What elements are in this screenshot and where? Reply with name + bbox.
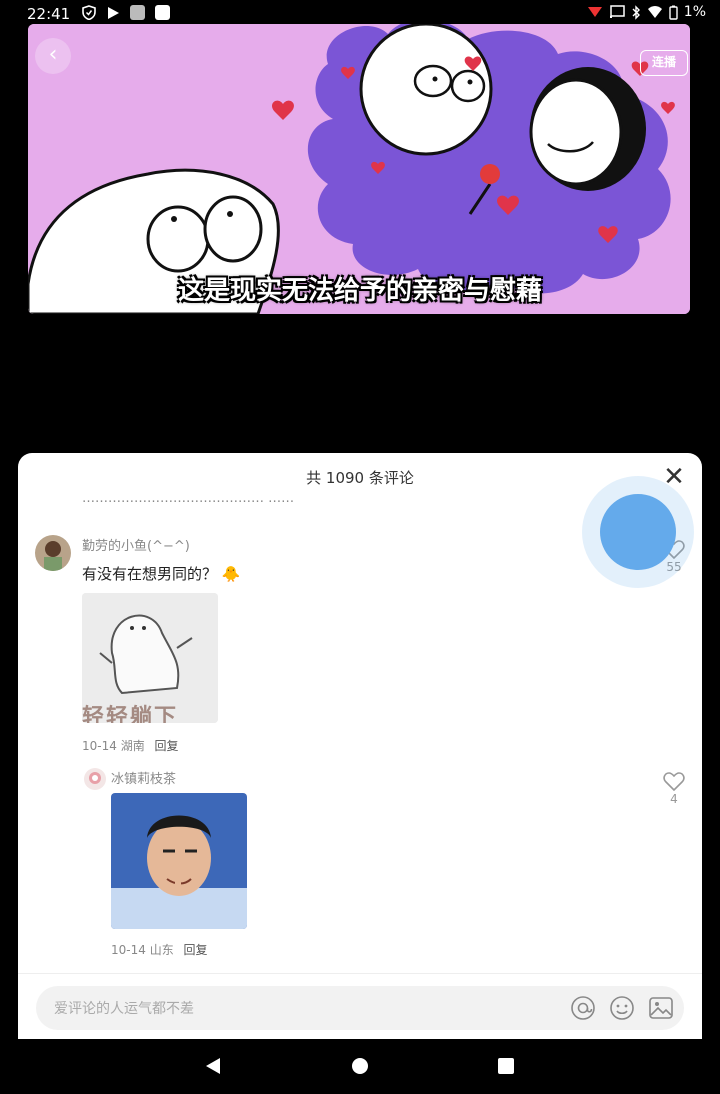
- emoji-icon[interactable]: [609, 995, 635, 1021]
- status-time: 22:41: [27, 5, 71, 23]
- bluetooth-icon: [632, 4, 640, 20]
- autoplay-toggle-button[interactable]: 连播: [640, 50, 688, 76]
- video-subtitle: 这是现实无法给予的亲密与慰藉: [177, 276, 542, 306]
- square-icon: [155, 5, 170, 20]
- reply-button[interactable]: 回复: [184, 943, 208, 957]
- comment-text: 有没有在想男同的？ 🐥: [82, 565, 241, 583]
- chick-emoji-icon: 🐥: [221, 565, 241, 583]
- image-caption: 轻轻躺下: [82, 705, 179, 723]
- back-button[interactable]: ‹: [35, 38, 71, 74]
- comment-input-bar: [18, 973, 702, 1039]
- play-icon: [108, 6, 119, 19]
- wifi-icon: [647, 6, 662, 18]
- back-triangle-icon[interactable]: [204, 1057, 222, 1075]
- comment-input-container[interactable]: [36, 986, 684, 1032]
- reply-button[interactable]: 回复: [155, 739, 179, 753]
- comment-image[interactable]: 轻轻躺下: [82, 593, 218, 723]
- comment-meta: 10-14 山东 回复: [111, 943, 208, 957]
- comment-author[interactable]: 冰镇莉枝茶: [111, 768, 176, 787]
- image-icon[interactable]: [648, 995, 674, 1021]
- comment-image[interactable]: [111, 793, 247, 929]
- avatar[interactable]: [35, 535, 71, 571]
- battery-percent: 1%: [683, 4, 706, 20]
- notification-icon: [587, 7, 602, 17]
- square-icon: [130, 5, 145, 20]
- at-icon[interactable]: [570, 995, 596, 1021]
- home-circle-icon[interactable]: [351, 1057, 369, 1075]
- shield-icon: [82, 5, 96, 20]
- comment-meta: 10-14 湖南 回复: [82, 739, 179, 753]
- floating-action-button[interactable]: [600, 494, 676, 570]
- clipped-comment-text: …………………………………… ……: [82, 491, 295, 505]
- comments-count-title: 共 1090 条评论: [306, 469, 414, 487]
- heart-icon: [663, 772, 685, 792]
- cast-icon: [609, 5, 625, 18]
- comment-input[interactable]: [52, 986, 556, 1032]
- chevron-left-icon: ‹: [48, 42, 58, 67]
- battery-icon: [669, 5, 678, 20]
- avatar[interactable]: [84, 768, 106, 790]
- system-nav-bar: [0, 1039, 720, 1094]
- recents-square-icon[interactable]: [497, 1057, 515, 1075]
- like-button[interactable]: 4: [659, 772, 689, 806]
- like-count: 4: [670, 792, 678, 806]
- comment-author[interactable]: 勤劳的小鱼(^−^): [82, 535, 190, 554]
